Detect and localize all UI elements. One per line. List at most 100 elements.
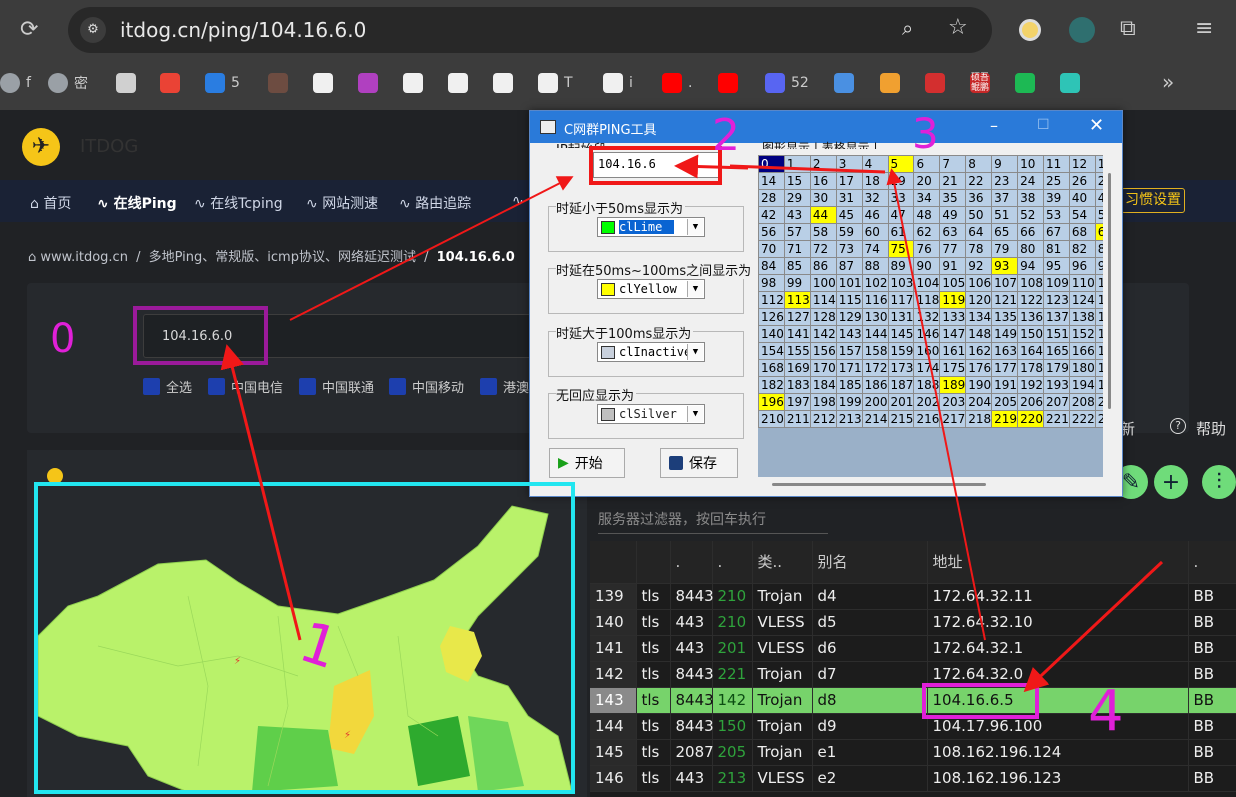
ip-cell[interactable]: 170 (809, 359, 837, 377)
ip-cell[interactable]: 68 (1068, 223, 1096, 241)
ip-cell[interactable]: 4 (861, 155, 889, 173)
ip-cell[interactable]: 54 (1068, 206, 1096, 224)
ip-cell[interactable]: 26 (1068, 172, 1096, 190)
column-header[interactable] (590, 541, 637, 584)
ip-cell[interactable]: 128 (809, 308, 837, 326)
ip-cell[interactable]: 60 (861, 223, 889, 241)
ip-cell[interactable]: 0 (758, 155, 785, 173)
ip-cell[interactable]: 91 (939, 257, 967, 275)
ip-cell[interactable]: 45 (835, 206, 863, 224)
ip-cell[interactable]: 154 (758, 342, 785, 360)
grid-vscroll[interactable] (1103, 155, 1117, 477)
ip-cell[interactable]: 67 (1042, 223, 1070, 241)
ip-cell[interactable]: 175 (939, 359, 967, 377)
ip-cell[interactable]: 144 (861, 325, 889, 343)
ip-cell[interactable]: 87 (835, 257, 863, 275)
ip-cell[interactable]: 23 (991, 172, 1019, 190)
bookmark-item[interactable]: T (538, 72, 573, 94)
ip-cell[interactable]: 47 (887, 206, 915, 224)
ip-cell[interactable]: 218 (965, 410, 993, 428)
ip-cell[interactable]: 24 (1017, 172, 1044, 190)
ip-cell[interactable]: 36 (965, 189, 993, 207)
isp-checkbox[interactable]: 全选 (143, 377, 192, 396)
ip-cell[interactable]: 14 (758, 172, 785, 190)
ip-cell[interactable]: 215 (887, 410, 915, 428)
bookmark-item[interactable] (403, 72, 429, 94)
profile-avatar-icon[interactable] (1069, 17, 1095, 43)
ip-cell[interactable]: 37 (991, 189, 1019, 207)
color-select[interactable]: clLime ▼ (597, 217, 705, 237)
ip-cell[interactable]: 133 (939, 308, 967, 326)
ip-cell[interactable]: 208 (1068, 393, 1096, 411)
ip-cell[interactable]: 101 (835, 274, 863, 292)
ip-cell[interactable]: 180 (1068, 359, 1096, 377)
ip-cell[interactable]: 171 (835, 359, 863, 377)
target-input[interactable]: 104.16.6.0 (143, 314, 543, 358)
ip-cell[interactable]: 34 (913, 189, 941, 207)
ip-cell[interactable]: 35 (939, 189, 967, 207)
ip-cell[interactable]: 123 (1042, 291, 1070, 309)
ip-cell[interactable]: 220 (1017, 410, 1044, 428)
ip-cell[interactable]: 206 (1017, 393, 1044, 411)
ip-cell[interactable]: 79 (991, 240, 1019, 258)
ip-cell[interactable]: 1 (783, 155, 811, 173)
ip-cell[interactable]: 119 (939, 291, 967, 309)
table-row[interactable]: 143 tls 8443 142 Trojan d8 104.16.6.5 BB (590, 687, 1236, 714)
reload-icon[interactable]: ⟳ (20, 18, 44, 42)
ip-cell[interactable]: 40 (1068, 189, 1096, 207)
ip-cell[interactable]: 95 (1042, 257, 1070, 275)
ip-cell[interactable]: 203 (939, 393, 967, 411)
column-header[interactable]: 类.. (752, 541, 813, 584)
help-icon[interactable]: ? (1170, 418, 1186, 434)
ip-cell[interactable]: 65 (991, 223, 1019, 241)
ip-cell[interactable]: 155 (783, 342, 811, 360)
ip-cell[interactable]: 116 (861, 291, 889, 309)
ip-cell[interactable]: 81 (1042, 240, 1070, 258)
ip-cell[interactable]: 66 (1017, 223, 1044, 241)
ip-cell[interactable]: 205 (991, 393, 1019, 411)
ip-cell[interactable]: 186 (861, 376, 889, 394)
ip-cell[interactable]: 202 (913, 393, 941, 411)
ip-cell[interactable]: 130 (861, 308, 889, 326)
bookmarks-overflow-icon[interactable]: » (1162, 70, 1174, 94)
ip-cell[interactable]: 49 (939, 206, 967, 224)
ip-cell[interactable]: 207 (1042, 393, 1070, 411)
ip-cell[interactable]: 7 (939, 155, 967, 173)
add-icon[interactable]: + (1154, 465, 1188, 499)
ip-cell[interactable]: 216 (913, 410, 941, 428)
column-header[interactable]: . (670, 541, 713, 584)
ip-cell[interactable]: 204 (965, 393, 993, 411)
table-row[interactable]: 141 tls 443 201 VLESS d6 172.64.32.1 BB (590, 635, 1236, 662)
ip-cell[interactable]: 184 (809, 376, 837, 394)
zoom-icon[interactable]: ⌕ (902, 16, 913, 40)
ip-cell[interactable]: 169 (783, 359, 811, 377)
ip-cell[interactable]: 134 (965, 308, 993, 326)
ip-cell[interactable]: 19 (887, 172, 915, 190)
ip-cell[interactable]: 210 (758, 410, 785, 428)
ip-cell[interactable]: 89 (887, 257, 915, 275)
ip-cell[interactable]: 75 (887, 240, 915, 258)
bookmark-item[interactable] (358, 72, 384, 94)
ip-cell[interactable]: 199 (835, 393, 863, 411)
isp-checkbox[interactable]: 中国联通 (299, 377, 374, 396)
ip-cell[interactable]: 39 (1042, 189, 1070, 207)
bookmark-item[interactable]: i (603, 72, 633, 94)
ip-cell[interactable]: 183 (783, 376, 811, 394)
column-header[interactable]: 别名 (812, 541, 928, 584)
ip-cell[interactable]: 61 (887, 223, 915, 241)
ip-cell[interactable]: 217 (939, 410, 967, 428)
bookmark-item[interactable]: 密 (48, 72, 88, 94)
ip-cell[interactable]: 31 (835, 189, 863, 207)
minimize-icon[interactable]: – (990, 116, 998, 135)
site-logo-icon[interactable]: ✈ (22, 128, 60, 166)
ip-cell[interactable]: 140 (758, 325, 785, 343)
address-bar[interactable]: ⚙ itdog.cn/ping/104.16.6.0 ⌕ ☆ (68, 7, 992, 53)
extensions-puzzle-icon[interactable]: ⧉ (1120, 16, 1136, 41)
ip-cell[interactable]: 108 (1017, 274, 1044, 292)
bookmark-item[interactable]: 硕吾鲲鹏 (970, 72, 990, 94)
ip-cell[interactable]: 28 (758, 189, 785, 207)
isp-checkbox[interactable]: 中国移动 (389, 377, 464, 396)
ip-cell[interactable]: 141 (783, 325, 811, 343)
ip-cell[interactable]: 2 (809, 155, 837, 173)
bookmark-item[interactable] (1060, 72, 1086, 94)
